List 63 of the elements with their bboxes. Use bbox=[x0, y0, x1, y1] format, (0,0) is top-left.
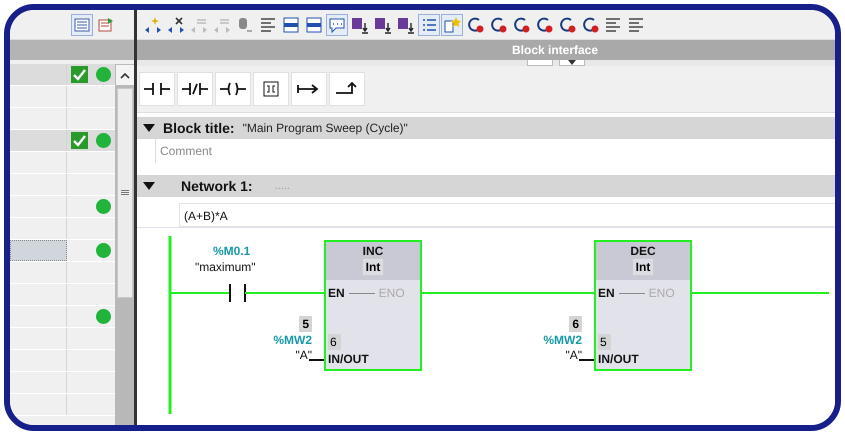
live-value: 5 bbox=[598, 334, 611, 350]
contact-symbol[interactable] bbox=[229, 283, 246, 303]
collapse-handle[interactable] bbox=[559, 60, 585, 66]
curved-arrow-icon[interactable] bbox=[580, 14, 600, 34]
operand-wire bbox=[579, 359, 594, 361]
operand-address: %MW2 bbox=[543, 333, 582, 347]
list-icon[interactable] bbox=[419, 14, 439, 34]
table-row[interactable] bbox=[10, 240, 115, 262]
curved-arrow-icon[interactable] bbox=[557, 14, 577, 34]
curved-arrow-icon[interactable] bbox=[511, 14, 531, 34]
table-row[interactable] bbox=[10, 306, 115, 328]
grip-icon bbox=[121, 190, 129, 196]
table-row[interactable] bbox=[10, 64, 115, 86]
collapse-triangle-icon[interactable] bbox=[143, 182, 155, 190]
network-insert-icon[interactable] bbox=[143, 14, 163, 34]
enable-output-label: ENO bbox=[378, 286, 405, 300]
window-icon[interactable] bbox=[304, 14, 324, 34]
curved-arrow-icon[interactable] bbox=[534, 14, 554, 34]
scroll-up-button[interactable] bbox=[115, 64, 135, 86]
live-value: 5 bbox=[299, 316, 312, 332]
contact-icon[interactable] bbox=[139, 72, 175, 106]
empty-box-icon[interactable] bbox=[253, 72, 289, 106]
coil-icon[interactable] bbox=[215, 72, 251, 106]
block-title-label: Block title: bbox=[163, 120, 235, 136]
instruction-name: DEC bbox=[630, 244, 656, 258]
data-type-label[interactable]: Int bbox=[362, 258, 384, 276]
curved-arrow-icon[interactable] bbox=[488, 14, 508, 34]
network-comment-field[interactable]: (A+B)*A bbox=[179, 203, 835, 227]
operand-address: %MW2 bbox=[273, 333, 312, 347]
rung-wire bbox=[170, 292, 230, 294]
operand-name: "A" bbox=[565, 348, 582, 362]
enable-output-label: ENO bbox=[648, 286, 675, 300]
expand-handle[interactable] bbox=[527, 60, 553, 66]
scrollbar-thumb[interactable] bbox=[117, 88, 133, 298]
operand-wire bbox=[309, 359, 324, 361]
pin-label: IN/OUT bbox=[598, 352, 639, 366]
table-row[interactable] bbox=[10, 196, 115, 218]
panel-title: Block interface bbox=[512, 43, 598, 57]
curved-arrow-icon[interactable] bbox=[465, 14, 485, 34]
table-row[interactable] bbox=[10, 130, 115, 152]
selected-cell[interactable] bbox=[10, 240, 67, 261]
enable-pin-label: EN bbox=[328, 286, 345, 300]
window-icon[interactable] bbox=[281, 14, 301, 34]
network-title-field[interactable]: ..... bbox=[272, 179, 337, 193]
enable-pin-label: EN bbox=[598, 286, 615, 300]
table-icon[interactable] bbox=[72, 14, 92, 34]
collapse-triangle-icon[interactable] bbox=[143, 124, 155, 132]
instruction-name: INC bbox=[362, 244, 384, 258]
contact-address: %M0.1 bbox=[213, 244, 250, 258]
pin-label: IN/OUT bbox=[328, 352, 369, 366]
speech-bubble-icon[interactable] bbox=[327, 14, 347, 34]
instruction-block[interactable]: DEC Int EN ENO 5 IN/OUT bbox=[594, 240, 692, 371]
block-title[interactable]: "Main Program Sweep (Cycle)" bbox=[242, 121, 408, 135]
live-value: 6 bbox=[569, 316, 582, 332]
negated-contact-icon[interactable] bbox=[177, 72, 213, 106]
caret-up-icon bbox=[120, 72, 130, 78]
live-value: 6 bbox=[328, 334, 341, 350]
operand-name: "A" bbox=[295, 348, 312, 362]
network-delete-icon[interactable] bbox=[166, 14, 186, 34]
data-type-label[interactable]: Int bbox=[632, 258, 654, 276]
contact-symbol-name: "maximum" bbox=[195, 260, 256, 274]
instruction-block[interactable]: INC Int EN ENO 6 IN/OUT bbox=[324, 240, 422, 371]
network-label: Network 1: bbox=[181, 178, 253, 194]
